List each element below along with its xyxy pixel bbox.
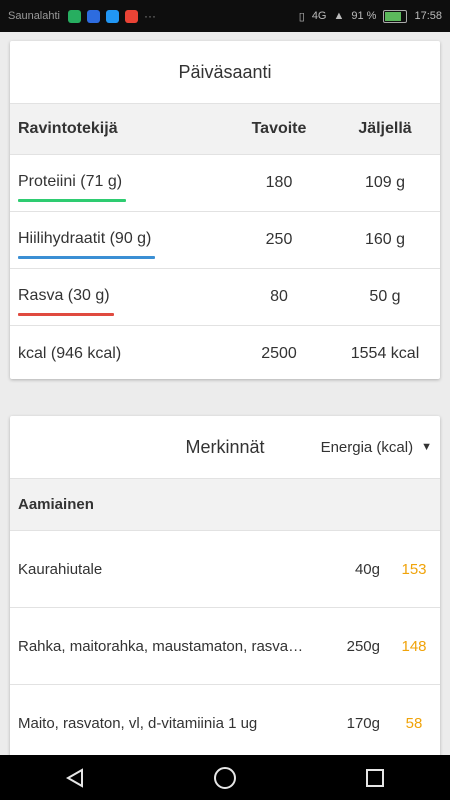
daily-intake-title: Päiväsaanti <box>178 62 272 82</box>
protein-underline <box>18 199 127 202</box>
google-icon <box>125 9 138 23</box>
fat-underline <box>18 313 114 316</box>
home-button[interactable] <box>175 755 275 800</box>
recents-button[interactable] <box>325 755 425 800</box>
table-row-kcal[interactable]: kcal (946 kcal) 2500 1554 kcal <box>10 325 440 382</box>
carbs-target: 250 <box>265 231 293 248</box>
entries-header: Merkinnät Energia (kcal) ▼ <box>10 416 440 478</box>
header-nutrient: Ravintotekijä <box>18 120 118 137</box>
vibrate-icon: ▯ <box>298 10 305 23</box>
kcal-target: 2500 <box>261 345 297 362</box>
entry-amount: 250g <box>346 637 380 655</box>
back-icon <box>65 767 83 788</box>
protein-remaining: 109 g <box>364 174 406 191</box>
entry-name: Maito, rasvaton, vl, d-vitamiinia 1 ug <box>18 714 258 732</box>
whatsapp-icon <box>68 9 81 23</box>
entry-kcal: 148 <box>401 637 427 655</box>
navigation-bar <box>0 755 450 800</box>
fat-remaining: 50 g <box>369 288 401 305</box>
fat-label: Rasva (30 g) <box>18 287 114 316</box>
recents-icon <box>366 768 384 787</box>
fat-target: 80 <box>270 288 288 305</box>
carrier-label: Saunalahti <box>8 10 60 22</box>
list-item[interactable]: Rahka, maitorahka, maustamaton, rasva… 2… <box>10 607 440 684</box>
entry-amount: 170g <box>346 714 380 732</box>
entry-name: Rahka, maitorahka, maustamaton, rasva… <box>18 637 304 655</box>
back-button[interactable] <box>25 755 125 800</box>
signal-icon: ▲ <box>333 10 345 22</box>
kcal-remaining: 1554 kcal <box>350 345 420 362</box>
section-breakfast[interactable]: Aamiainen <box>10 478 440 530</box>
entry-kcal: 153 <box>401 560 427 578</box>
header-target: Tavoite <box>251 120 307 137</box>
battery-percent: 91 % <box>351 10 377 22</box>
more-notifications-icon: ··· <box>144 9 156 23</box>
entry-amount: 40g <box>354 560 380 578</box>
protein-target: 180 <box>265 174 293 191</box>
daily-table-header: Ravintotekijä Tavoite Jäljellä <box>10 103 440 154</box>
protein-label: Proteiini (71 g) <box>18 173 127 202</box>
status-bar: Saunalahti ··· ▯ 4G ▲ 91 % 17:58 <box>0 0 450 32</box>
facebook-icon <box>87 9 100 23</box>
header-remaining: Jäljellä <box>358 120 412 137</box>
table-row-fat[interactable]: Rasva (30 g) 80 50 g <box>10 268 440 325</box>
battery-icon <box>383 9 408 23</box>
list-item[interactable]: Kaurahiutale 40g 153 <box>10 530 440 607</box>
energy-unit-select[interactable]: Energia (kcal) ▼ <box>321 416 432 478</box>
entries-card: Merkinnät Energia (kcal) ▼ Aamiainen Kau… <box>10 416 440 761</box>
table-row-protein[interactable]: Proteiini (71 g) 180 109 g <box>10 154 440 211</box>
energy-unit-value: Energia (kcal) <box>320 438 414 456</box>
entry-kcal: 58 <box>405 714 423 732</box>
kcal-label: kcal (946 kcal) <box>18 345 122 362</box>
home-icon <box>214 766 236 789</box>
messenger-icon <box>106 9 119 23</box>
clock: 17:58 <box>414 10 442 22</box>
carbs-remaining: 160 g <box>364 231 406 248</box>
table-row-carbs[interactable]: Hiilihydraatit (90 g) 250 160 g <box>10 211 440 268</box>
daily-intake-card: Päiväsaanti Ravintotekijä Tavoite Jäljel… <box>10 41 440 379</box>
dropdown-arrow-icon: ▼ <box>421 441 432 453</box>
carbs-underline <box>18 256 156 259</box>
network-label: 4G <box>311 10 327 22</box>
entry-name: Kaurahiutale <box>18 560 103 578</box>
carbs-label: Hiilihydraatit (90 g) <box>18 230 156 259</box>
list-item[interactable]: Maito, rasvaton, vl, d-vitamiinia 1 ug 1… <box>10 684 440 761</box>
